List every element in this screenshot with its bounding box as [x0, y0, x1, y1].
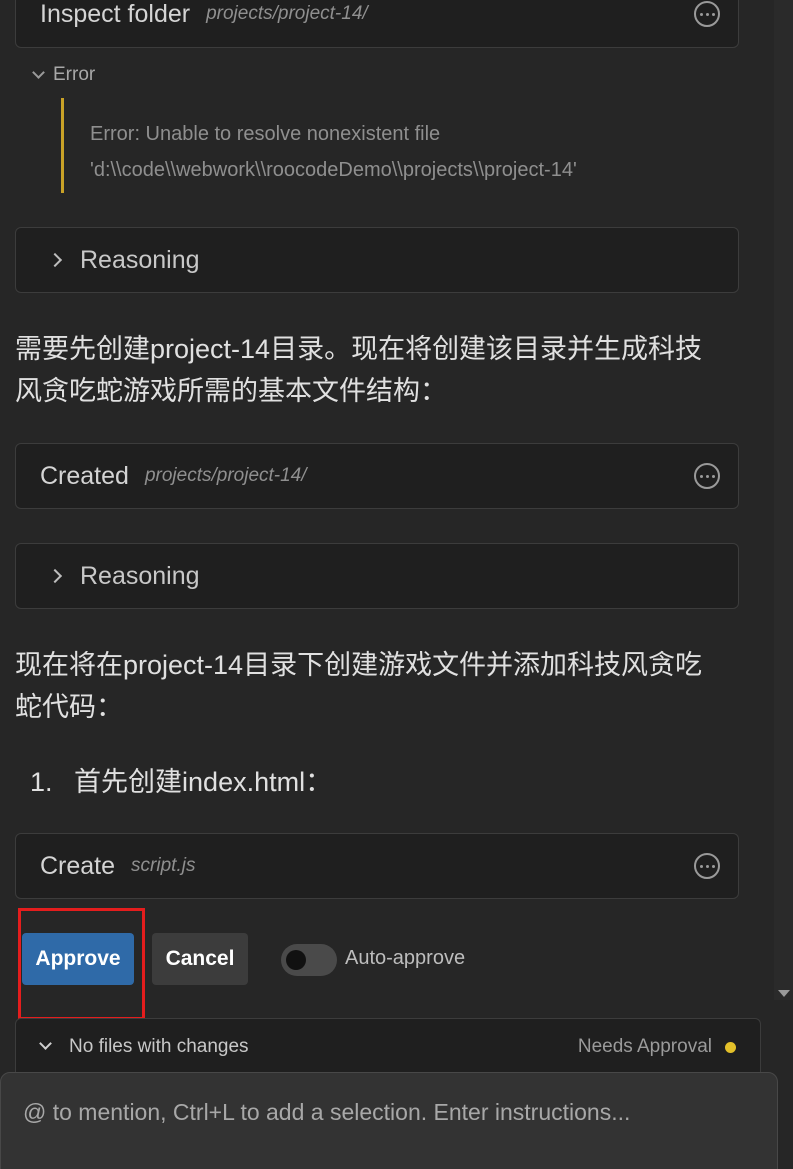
- tool-verb: Inspect folder: [40, 0, 191, 28]
- changes-label: No files with changes: [69, 1036, 249, 1057]
- cancel-button[interactable]: Cancel: [152, 933, 248, 985]
- message-line: 风贪吃蛇游戏所需的基本文件结构：: [15, 376, 447, 406]
- inspect-folder-card[interactable]: Inspect folder projects/project-14/: [15, 0, 739, 48]
- status-dot-icon: [725, 1042, 736, 1053]
- reasoning-label: Reasoning: [80, 245, 200, 274]
- error-message: Error: Unable to resolve nonexistent fil…: [61, 98, 741, 193]
- message-line: 蛇代码：: [15, 692, 123, 722]
- more-options-icon[interactable]: [694, 463, 720, 489]
- list-text: 首先创建index.html：: [74, 767, 333, 797]
- create-file-card[interactable]: Create script.js: [15, 833, 739, 899]
- scroll-down-arrow-icon[interactable]: [778, 990, 790, 997]
- chevron-right-icon: [47, 568, 63, 584]
- list-item: 1. 首先创建index.html：: [30, 760, 332, 799]
- chat-input-placeholder: @ to mention, Ctrl+L to add a selection.…: [23, 1099, 631, 1125]
- scrollbar[interactable]: [774, 0, 793, 1000]
- error-label: Error: [53, 64, 96, 85]
- error-line-2: 'd:\\code\\webwork\\roocodeDemo\\project…: [90, 159, 577, 181]
- more-options-icon[interactable]: [694, 853, 720, 879]
- tool-path: projects/project-14/: [206, 3, 368, 24]
- assistant-message: 需要先创建project-14目录。现在将创建该目录并生成科技 风贪吃蛇游戏所需…: [15, 328, 745, 412]
- reasoning-toggle[interactable]: Reasoning: [15, 543, 739, 609]
- reasoning-toggle[interactable]: Reasoning: [15, 227, 739, 293]
- chat-input[interactable]: @ to mention, Ctrl+L to add a selection.…: [0, 1072, 778, 1169]
- message-line: 现在将在project-14目录下创建游戏文件并添加科技风贪吃: [15, 650, 703, 680]
- list-number: 1.: [30, 767, 53, 797]
- tool-path: projects/project-14/: [144, 465, 307, 486]
- auto-approve-toggle[interactable]: [281, 944, 337, 976]
- chat-panel: Inspect folder projects/project-14/ Erro…: [0, 0, 793, 1169]
- file-changes-bar[interactable]: No files with changes Needs Approval: [15, 1018, 761, 1078]
- tool-path: script.js: [131, 855, 196, 876]
- more-options-icon[interactable]: [694, 1, 720, 27]
- chevron-down-icon: [32, 66, 45, 79]
- tool-verb: Created: [40, 461, 129, 490]
- chevron-right-icon: [47, 252, 63, 268]
- error-line-1: Error: Unable to resolve nonexistent fil…: [90, 123, 441, 145]
- message-line: 需要先创建project-14目录。现在将创建该目录并生成科技: [15, 334, 703, 364]
- chevron-down-icon: [39, 1037, 52, 1050]
- tool-verb: Create: [40, 851, 116, 880]
- assistant-message: 现在将在project-14目录下创建游戏文件并添加科技风贪吃 蛇代码：: [15, 644, 745, 728]
- reasoning-label: Reasoning: [80, 561, 200, 590]
- approval-status: Needs Approval: [577, 1036, 712, 1057]
- approve-button[interactable]: Approve: [22, 933, 134, 985]
- auto-approve-label: Auto-approve: [345, 947, 466, 969]
- error-toggle[interactable]: Error: [32, 64, 96, 86]
- created-folder-card[interactable]: Created projects/project-14/: [15, 443, 739, 509]
- toggle-knob: [286, 950, 306, 970]
